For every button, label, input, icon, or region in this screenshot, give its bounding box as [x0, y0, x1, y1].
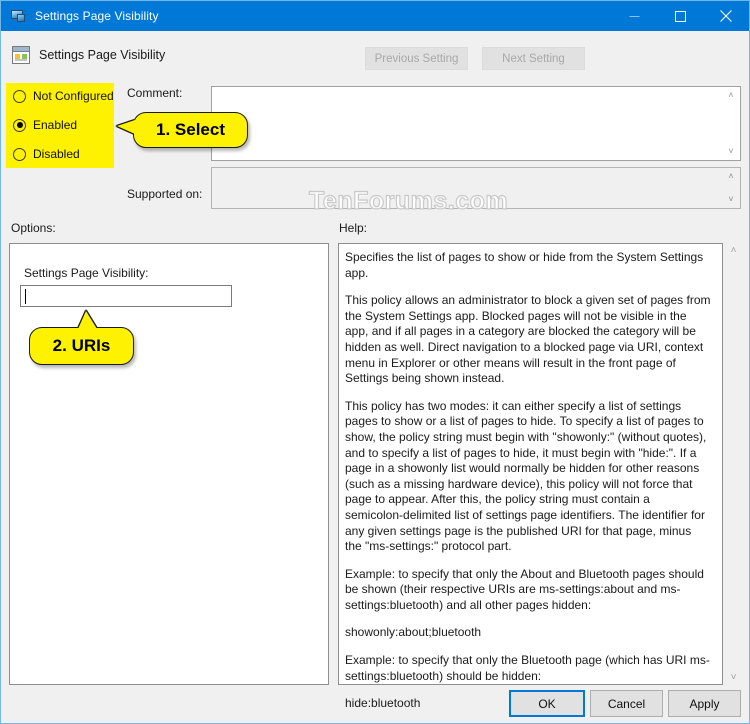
help-panel: Specifies the list of pages to show or h…	[338, 243, 723, 710]
radio-disabled[interactable]: Disabled	[13, 147, 80, 161]
callout-step-2-label: 2. URIs	[52, 336, 111, 355]
chevron-down-icon[interactable]: ˅	[723, 192, 739, 207]
help-paragraph: Example: to specify that only the About …	[345, 566, 704, 612]
policy-setting-icon	[12, 46, 30, 64]
supported-on-scrollbar[interactable]: ˄ ˅	[723, 169, 739, 207]
settings-page-visibility-input[interactable]	[20, 285, 232, 307]
chevron-up-icon[interactable]: ˄	[723, 169, 739, 184]
radio-enabled[interactable]: Enabled	[13, 118, 77, 132]
title-bar: Settings Page Visibility	[1, 1, 749, 31]
setting-title: Settings Page Visibility	[39, 48, 166, 62]
text-caret	[25, 289, 26, 304]
callout-step-1-label: 1. Select	[156, 120, 225, 139]
options-label: Options:	[11, 221, 56, 235]
help-text: Specifies the list of pages to show or h…	[345, 250, 711, 712]
help-label: Help:	[339, 221, 368, 235]
radio-not-configured[interactable]: Not Configured	[13, 89, 114, 103]
supported-on-textarea: ˄ ˅	[211, 167, 741, 209]
chevron-down-icon[interactable]: ˅	[723, 144, 739, 159]
state-radio-group-highlight: Not Configured Enabled Disabled	[6, 83, 114, 168]
next-setting-button[interactable]: Next Setting	[482, 47, 585, 70]
callout-tail-icon	[117, 120, 135, 134]
comment-scrollbar[interactable]: ˄ ˅	[723, 88, 739, 159]
close-button[interactable]	[703, 1, 749, 31]
options-panel: Settings Page Visibility:	[9, 243, 329, 685]
window-title: Settings Page Visibility	[35, 9, 159, 23]
callout-step-2: 2. URIs	[29, 311, 134, 365]
comment-label: Comment:	[127, 86, 183, 100]
minimize-button[interactable]	[611, 1, 657, 31]
help-paragraph: Example: to specify that only the Blueto…	[345, 653, 710, 683]
apply-button[interactable]: Apply	[668, 690, 741, 717]
chevron-up-icon[interactable]: ˄	[723, 88, 739, 103]
navigation-buttons: Previous Setting Next Setting	[365, 47, 585, 70]
settings-page-visibility-dialog: Settings Page Visibility Settings Page V…	[0, 0, 750, 724]
help-scrollbar[interactable]: ˄ ˅	[725, 243, 742, 685]
window-icon	[10, 8, 26, 24]
help-paragraph: This policy allows an administrator to b…	[345, 293, 711, 386]
radio-label-enabled: Enabled	[33, 118, 78, 132]
radio-icon-enabled	[13, 118, 26, 132]
settings-page-visibility-label: Settings Page Visibility:	[24, 266, 149, 280]
radio-icon-disabled	[13, 147, 26, 161]
help-paragraph: showonly:about;bluetooth	[345, 625, 482, 640]
previous-setting-button[interactable]: Previous Setting	[365, 47, 468, 70]
chevron-down-icon[interactable]: ˅	[726, 670, 742, 685]
help-paragraph: Specifies the list of pages to show or h…	[345, 250, 704, 280]
callout-tail-icon	[78, 311, 97, 329]
cancel-button[interactable]: Cancel	[590, 690, 663, 717]
radio-icon-not-configured	[13, 89, 26, 103]
comment-textarea[interactable]: ˄ ˅	[211, 86, 741, 161]
maximize-button[interactable]	[657, 1, 703, 31]
callout-step-1: 1. Select	[117, 112, 248, 148]
chevron-up-icon[interactable]: ˄	[726, 243, 742, 258]
supported-on-label: Supported on:	[127, 187, 203, 201]
help-paragraph: This policy has two modes: it can either…	[345, 398, 707, 554]
radio-label-disabled: Disabled	[33, 147, 80, 161]
radio-label-not-configured: Not Configured	[33, 89, 114, 103]
ok-button[interactable]: OK	[509, 690, 585, 717]
